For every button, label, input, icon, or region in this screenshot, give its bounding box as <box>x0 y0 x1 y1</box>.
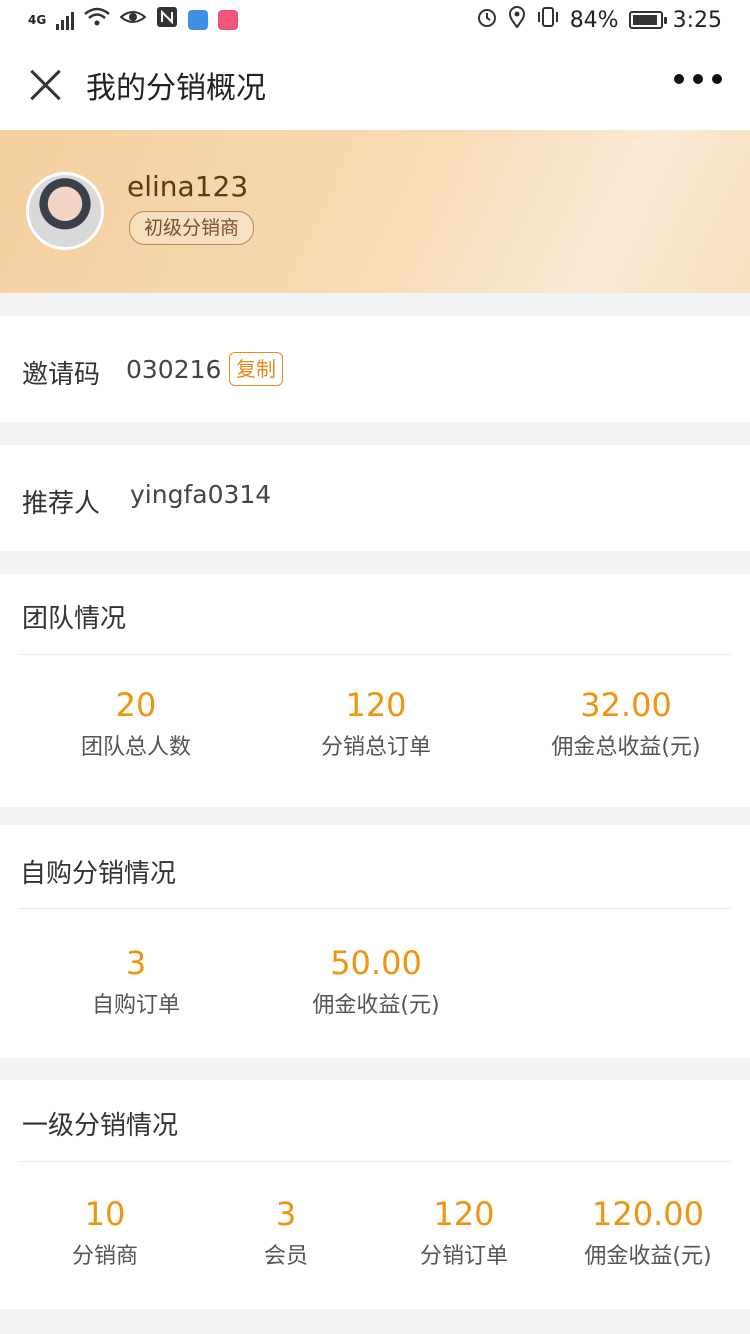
stat-label: 佣金收益(元) <box>584 1244 712 1269</box>
stat-value: 3 <box>125 944 147 982</box>
team-section-title: 团队情况 <box>22 604 127 634</box>
status-right: 84% 3:25 <box>476 6 722 34</box>
stat-label: 自购订单 <box>91 993 180 1018</box>
stat-self-orders: 3 自购订单 <box>36 943 236 1019</box>
page-title: 我的分销概况 <box>86 71 266 106</box>
stat-label: 分销订单 <box>419 1244 508 1269</box>
shield-app-icon <box>188 10 209 30</box>
network-type: 4G <box>28 13 47 27</box>
referrer-value: yingfa0314 <box>130 480 272 509</box>
location-icon <box>508 6 526 34</box>
shop-app-icon <box>218 10 239 30</box>
stat-level1-commission: 120.00 佣金收益(元) <box>558 1194 738 1270</box>
stat-team-orders: 120 分销总订单 <box>276 685 476 761</box>
clock-time: 3:25 <box>672 7 722 33</box>
stat-members: 3 会员 <box>206 1194 366 1270</box>
copy-button[interactable]: 复制 <box>229 352 283 386</box>
self-purchase-section-title: 自购分销情况 <box>20 859 177 889</box>
stat-team-commission: 32.00 佣金总收益(元) <box>516 685 736 761</box>
stat-label: 会员 <box>263 1244 308 1269</box>
divider <box>18 1161 732 1162</box>
alarm-icon <box>476 6 498 34</box>
level-badge: 初级分销商 <box>129 211 255 245</box>
invite-code-card: 邀请码 030216 复制 <box>0 316 750 422</box>
stat-label: 分销总订单 <box>320 735 431 760</box>
signal-icon <box>56 10 75 30</box>
divider <box>18 654 732 655</box>
stat-value: 10 <box>84 1195 126 1233</box>
invite-code-label: 邀请码 <box>22 360 101 390</box>
more-options-icon[interactable] <box>674 74 722 84</box>
stat-team-members: 20 团队总人数 <box>36 685 236 761</box>
invite-code-value: 030216 <box>126 355 222 384</box>
close-icon[interactable] <box>24 63 68 107</box>
wifi-icon <box>84 7 111 33</box>
stat-label: 佣金收益(元) <box>312 993 440 1018</box>
stat-value: 50.00 <box>330 944 422 982</box>
level1-section-title: 一级分销情况 <box>22 1111 179 1141</box>
stat-value: 120.00 <box>592 1195 704 1233</box>
stat-value: 120 <box>345 686 407 724</box>
username: elina123 <box>127 170 249 203</box>
avatar[interactable] <box>26 172 104 250</box>
stat-value: 20 <box>115 686 157 724</box>
eye-icon <box>119 7 147 33</box>
stat-self-commission: 50.00 佣金收益(元) <box>266 943 486 1019</box>
stat-value: 3 <box>275 1195 297 1233</box>
profile-header: elina123 初级分销商 <box>0 130 750 293</box>
stat-value: 120 <box>433 1195 495 1233</box>
battery-icon <box>628 11 667 29</box>
stat-label: 分销商 <box>71 1244 138 1269</box>
stat-label: 团队总人数 <box>80 735 191 760</box>
level1-distribution-card: 一级分销情况 10 分销商 3 会员 120 分销订单 120.00 佣金收益(… <box>0 1080 750 1309</box>
team-stats-card: 团队情况 20 团队总人数 120 分销总订单 32.00 佣金总收益(元) <box>0 574 750 807</box>
stat-label: 佣金总收益(元) <box>551 735 701 760</box>
vibrate-icon <box>536 6 560 34</box>
stat-distributors: 10 分销商 <box>25 1194 185 1270</box>
nfc-icon <box>156 6 178 34</box>
stat-value: 32.00 <box>580 686 672 724</box>
battery-percent: 84% <box>569 7 619 33</box>
status-bar: 4G 84% 3:25 <box>0 0 750 40</box>
stat-distribution-orders: 120 分销订单 <box>384 1194 544 1270</box>
divider <box>18 908 732 909</box>
status-left: 4G <box>28 6 239 34</box>
self-purchase-card: 自购分销情况 3 自购订单 50.00 佣金收益(元) <box>0 825 750 1058</box>
nav-bar: 我的分销概况 <box>0 40 750 130</box>
referrer-card: 推荐人 yingfa0314 <box>0 445 750 551</box>
referrer-label: 推荐人 <box>22 489 101 519</box>
